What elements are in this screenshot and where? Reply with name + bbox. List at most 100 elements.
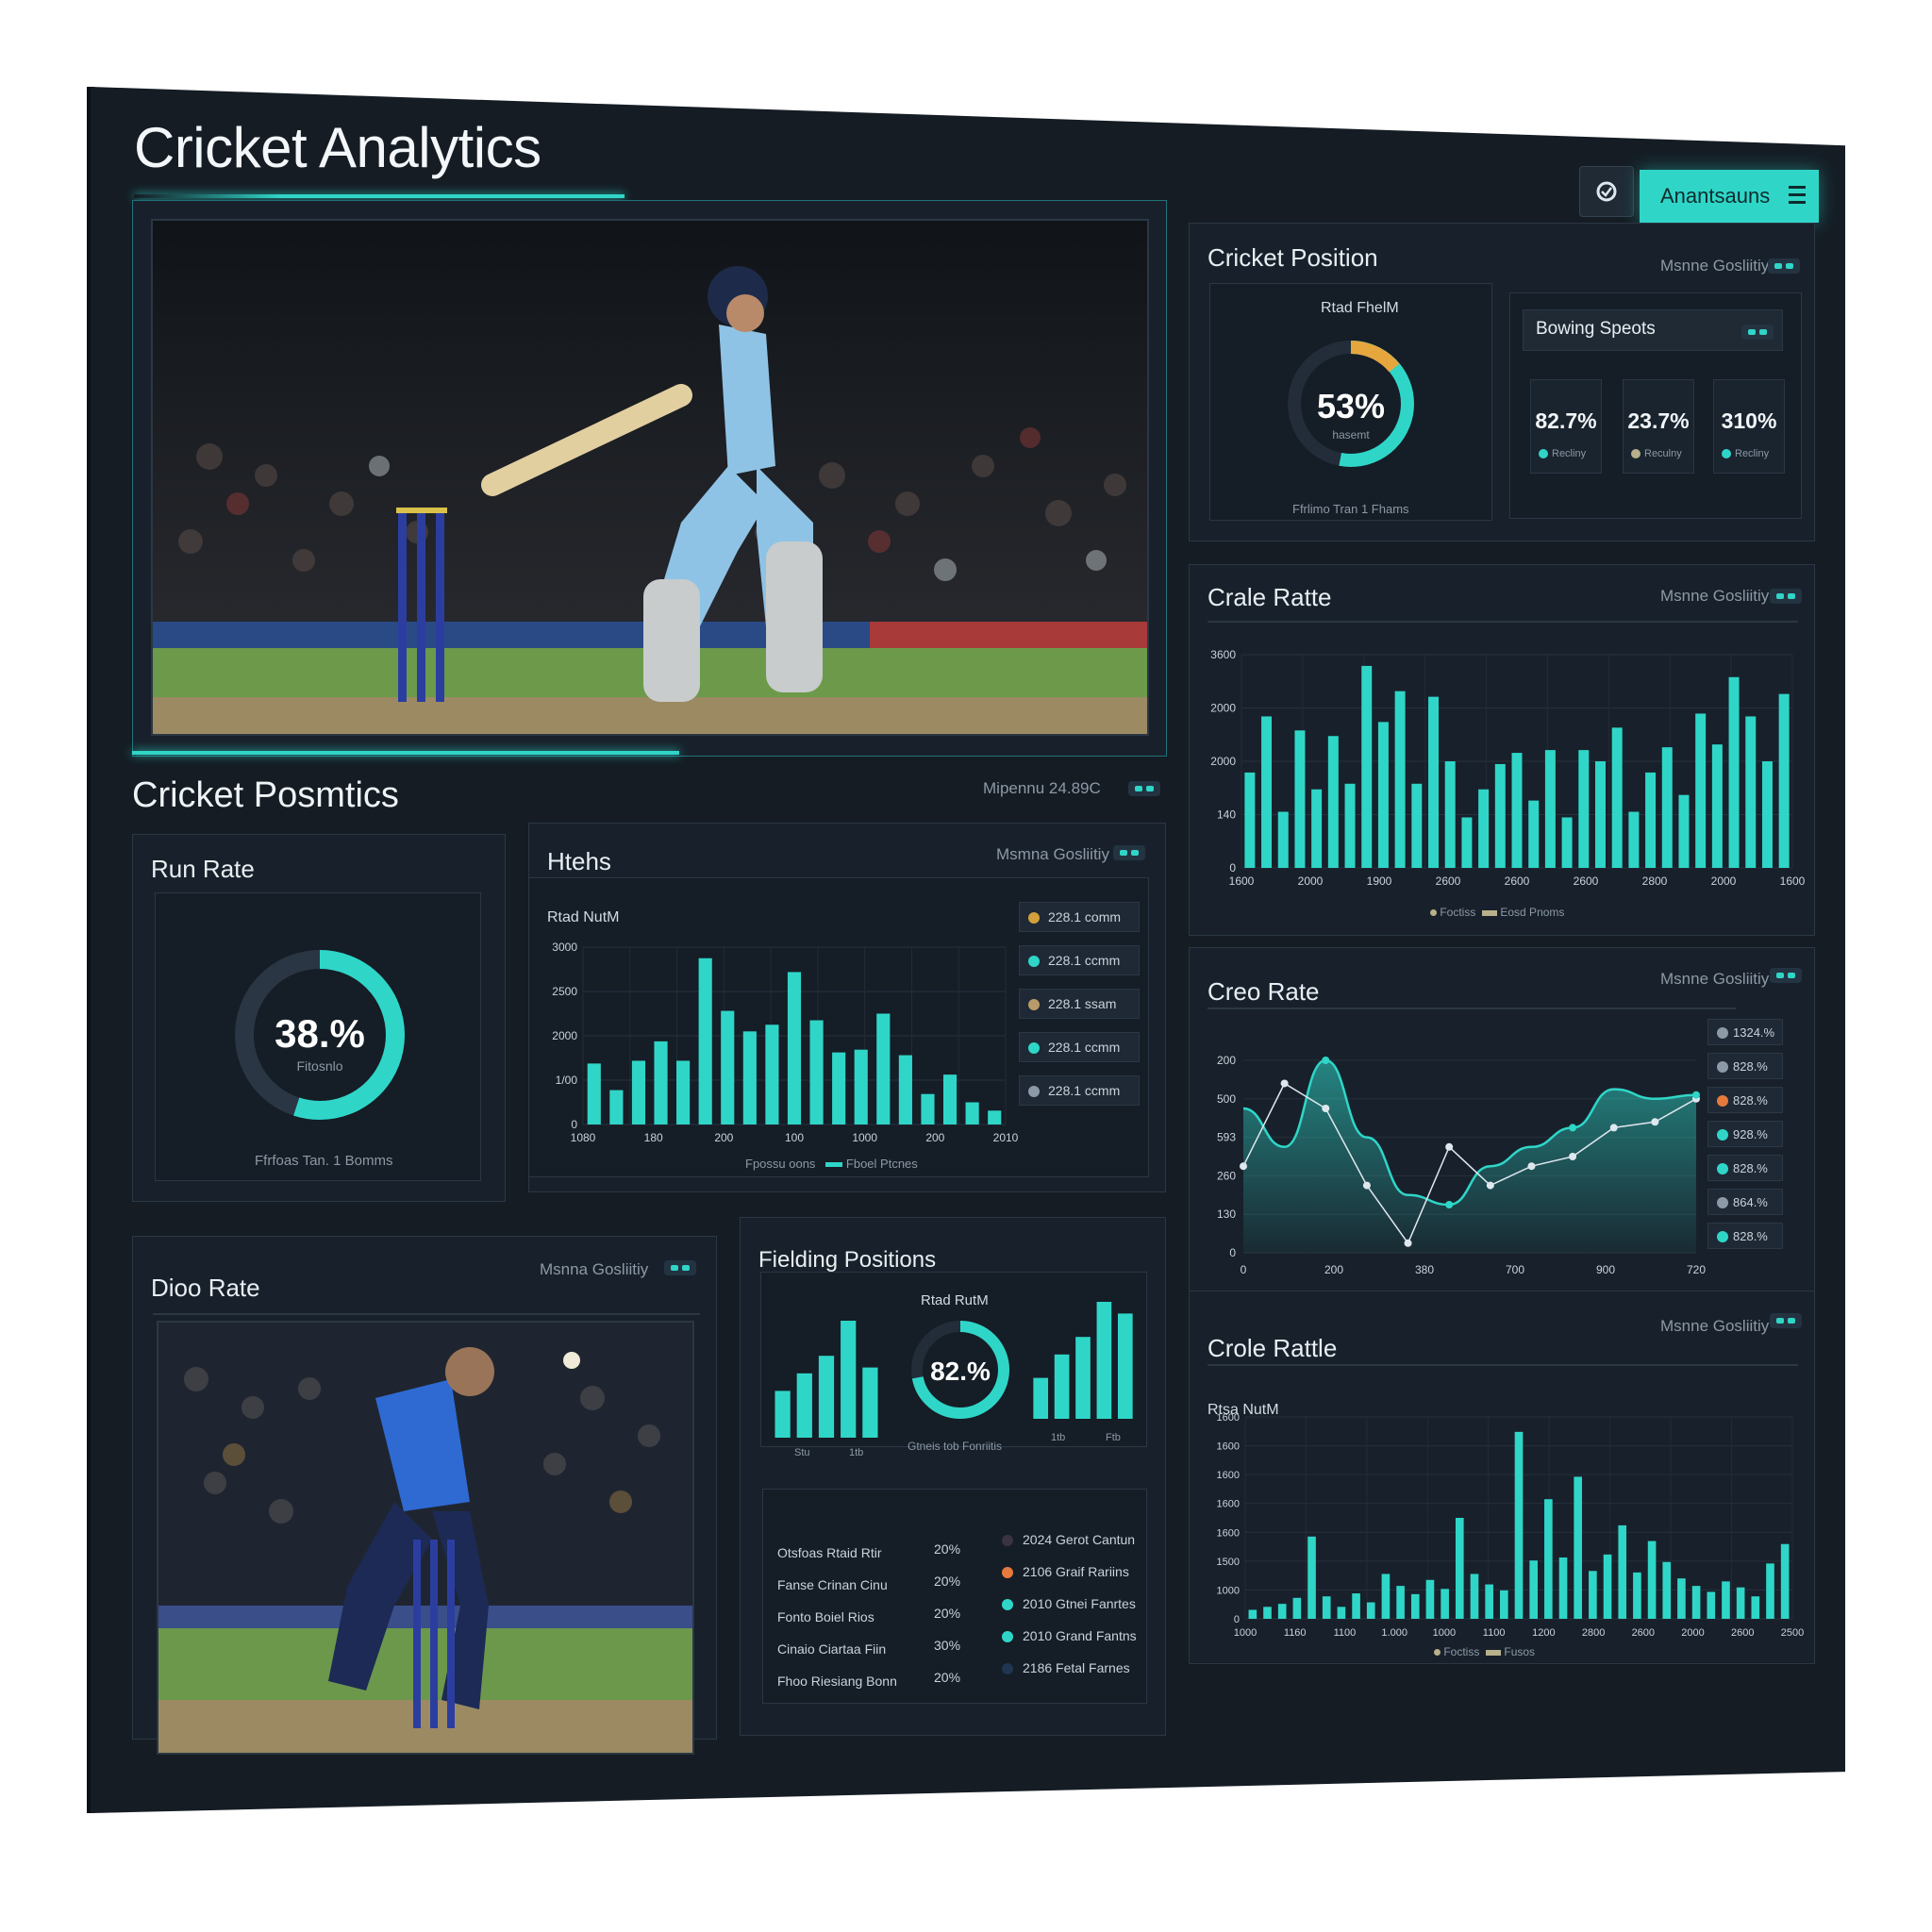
creo-legend-item[interactable]: 828.% [1707, 1223, 1783, 1249]
section-toggle[interactable] [1128, 781, 1160, 796]
fielding-row-label: Otsfoas Rtaid Rtir [777, 1545, 882, 1560]
x-tick-label: 700 [1506, 1263, 1524, 1276]
htehs-legend-item[interactable]: 228.1 comm [1019, 902, 1140, 932]
chart-bar [1544, 750, 1556, 868]
crale-ratte-footer-a: Foctiss [1440, 906, 1476, 919]
cricket-position-sub: hasemt [1332, 428, 1370, 441]
bowling-stat-card: 310% Recliny [1713, 379, 1785, 474]
chart-bar [862, 1367, 878, 1438]
data-point [1445, 1142, 1454, 1151]
fielding-left-bars [774, 1321, 878, 1438]
htehs-legend-item[interactable]: 228.1 ccmm [1019, 945, 1140, 975]
dioo-rate-title: Dioo Rate [151, 1274, 260, 1302]
chart-bar [742, 1031, 757, 1124]
fielding-right-tick: 1tb [1051, 1432, 1066, 1443]
x-tick-label: 0 [1241, 1263, 1247, 1276]
crole-rattle-toggle[interactable] [1770, 1313, 1802, 1328]
data-point [1445, 1201, 1454, 1208]
x-tick-label: 1000 [1234, 1627, 1257, 1639]
chart-bar [1645, 772, 1657, 868]
crole-rattle-footer-a: Foctiss [1443, 1645, 1480, 1658]
crale-ratte-toggle[interactable] [1770, 589, 1802, 604]
chart-bar [587, 1063, 601, 1124]
legend-label: 228.1 ssam [1048, 996, 1117, 1011]
status-text: 2106 Graif Rariins [1023, 1564, 1129, 1579]
chart-bar [1611, 727, 1623, 868]
htehs-title: Htehs [547, 847, 611, 875]
creo-legend-item[interactable]: 828.% [1707, 1155, 1783, 1181]
bowling-stat-value: 23.7% [1627, 408, 1690, 433]
legend-label: 1324.% [1733, 1024, 1775, 1040]
chart-bar [1410, 1593, 1420, 1619]
chart-bar [1344, 783, 1356, 868]
area-fill [1243, 1060, 1696, 1253]
status-dot [1002, 1663, 1013, 1675]
htehs-toggle[interactable] [1113, 845, 1145, 860]
htehs-legend-item[interactable]: 228.1 ccmm [1019, 1032, 1140, 1062]
chart-bar [1311, 789, 1323, 868]
status-dot [1002, 1567, 1013, 1579]
chart-bar [898, 1055, 912, 1124]
legend-label: 928.% [1733, 1126, 1768, 1141]
creo-legend-item[interactable]: 928.% [1707, 1121, 1783, 1147]
creo-legend-item[interactable]: 828.% [1707, 1053, 1783, 1079]
chart-bar [1366, 1602, 1375, 1619]
chart-bar [1277, 1604, 1287, 1619]
crale-ratte-bar-chart: 0 140 2000 2000 3600 1600 2000 1900 2600 2600 2600… [1210, 648, 1805, 888]
htehs-legend-item[interactable]: 228.1 ccmm [1019, 1075, 1140, 1106]
x-tick-label: 380 [1415, 1263, 1434, 1276]
chart-bar [1248, 1609, 1257, 1619]
legend-label: 228.1 ccmm [1048, 1083, 1121, 1098]
x-tick-label: 2010 [993, 1131, 1019, 1144]
cricket-position-value: 53% [1316, 387, 1386, 425]
chart-bar [1411, 783, 1423, 868]
creo-rate-toggle[interactable] [1770, 968, 1802, 983]
fielding-row-status: 2024 Gerot Cantun [1002, 1532, 1135, 1547]
fielding-row-label: Fhoo Riesiang Bonn [777, 1674, 897, 1689]
bowling-speeds-toggle[interactable] [1741, 325, 1774, 340]
htehs-meta: Msmna Gosliitiy [996, 845, 1109, 863]
chart-bar [1662, 1561, 1672, 1619]
fielding-right-tick: Ftb [1106, 1432, 1121, 1443]
creo-legend-item[interactable]: 828.% [1707, 1087, 1783, 1113]
chart-bar [1054, 1354, 1070, 1419]
data-point [1692, 1091, 1700, 1099]
y-tick-label: 1600 [1217, 1441, 1240, 1453]
x-tick-label: 1200 [1532, 1627, 1555, 1639]
legend-dot [1717, 1095, 1728, 1107]
y-tick-label: 500 [1217, 1092, 1236, 1106]
cricket-position-donut-title: Rtad FhelM [1321, 300, 1399, 316]
dioo-rate-toggle[interactable] [664, 1260, 696, 1275]
legend-label: 228.1 ccmm [1048, 1040, 1121, 1055]
bowling-speeds-title: Bowing Speots [1536, 319, 1656, 339]
creo-legend-item[interactable]: 1324.% [1707, 1019, 1783, 1045]
cricket-position-toggle[interactable] [1768, 258, 1800, 274]
fielding-row-status: 2010 Grand Fantns [1002, 1628, 1137, 1643]
fielding-right-bars [1033, 1302, 1133, 1419]
creo-legend-item[interactable]: 864.% [1707, 1189, 1783, 1215]
chart-bar [1377, 722, 1389, 868]
bowling-stat-key: Recliny [1539, 448, 1586, 459]
y-tick-label: 3000 [552, 941, 577, 954]
divider [1208, 621, 1798, 623]
x-tick-label: 1100 [1334, 1627, 1357, 1639]
crale-ratte-meta: Msnne Gosliitiy [1660, 587, 1770, 605]
chart-bar [1033, 1377, 1049, 1419]
chart-bar [1117, 1313, 1133, 1419]
refresh-icon-button[interactable] [1579, 166, 1634, 217]
section-title: Cricket Posmtics [132, 775, 399, 815]
status-text: 2010 Gtnei Fanrtes [1023, 1596, 1136, 1611]
x-tick-label: 200 [1324, 1263, 1343, 1276]
fielding-left-tick: Stu [794, 1447, 810, 1458]
analytics-button[interactable]: Anantsauns [1640, 170, 1819, 223]
title-accent-rule [134, 194, 625, 198]
chart-bar [1478, 789, 1490, 868]
chart-bar [1589, 1571, 1597, 1619]
data-point [1486, 1181, 1494, 1190]
crale-ratte-title: Crale Ratte [1208, 583, 1332, 611]
x-tick-label: 900 [1596, 1263, 1615, 1276]
fielding-row-pct: 20% [934, 1574, 961, 1589]
htehs-legend-item[interactable]: 228.1 ssam [1019, 989, 1140, 1019]
data-point [1651, 1118, 1659, 1126]
chart-bar [1633, 1572, 1641, 1619]
